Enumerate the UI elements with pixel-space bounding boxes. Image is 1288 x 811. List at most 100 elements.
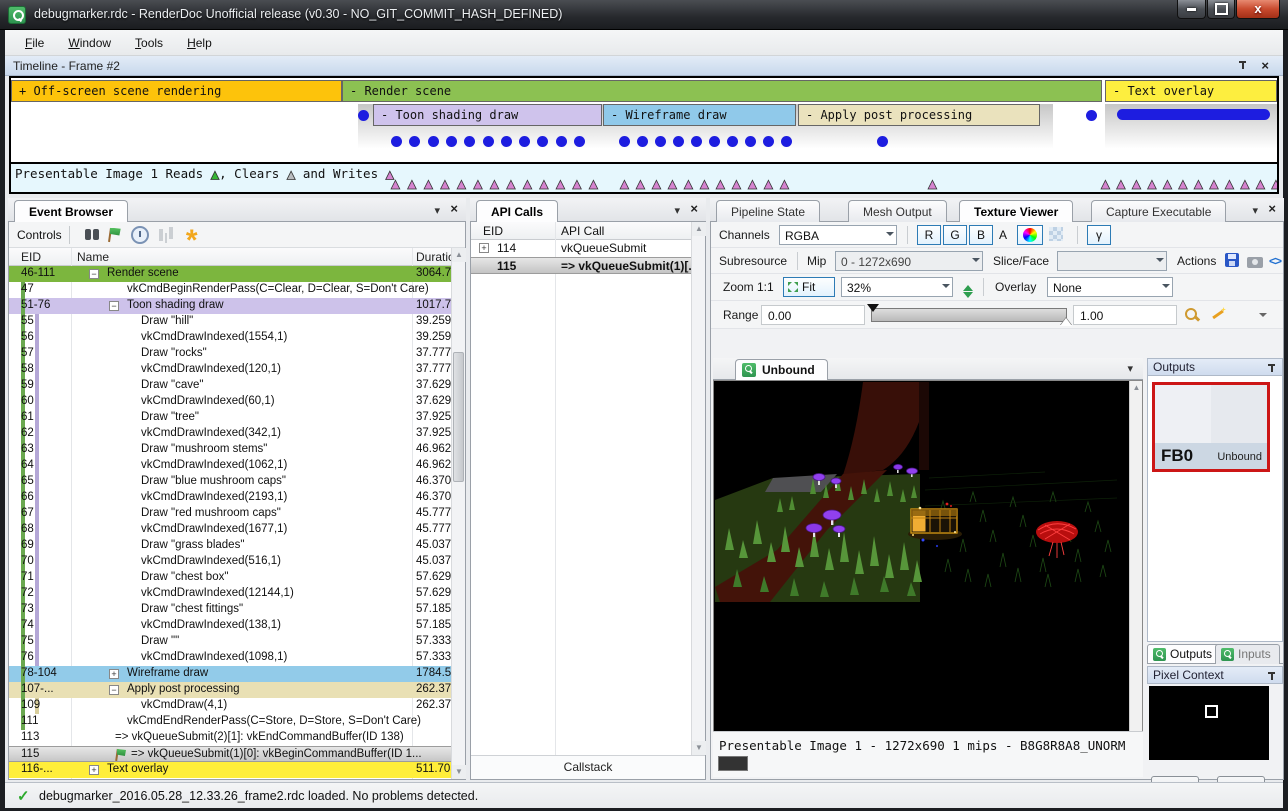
write-marker-triangle[interactable]: ▲ [1098, 178, 1113, 192]
scroll-up-icon[interactable]: ▲ [692, 222, 706, 236]
write-marker-triangle[interactable]: ▲ [586, 178, 601, 192]
write-marker-triangle[interactable]: ▲ [681, 178, 696, 192]
draw-events-capsule[interactable] [1117, 109, 1270, 120]
table-row[interactable]: 46-111−Render scene3064.7... [9, 266, 452, 282]
write-marker-triangle[interactable]: ▲ [454, 178, 469, 192]
table-row[interactable]: 63Draw "mushroom stems"46.96296 [9, 442, 452, 458]
chevron-down-icon[interactable]: ▾ [1252, 204, 1258, 217]
bookmark-icon[interactable] [181, 225, 203, 245]
timeline-marker[interactable]: + Off-screen scene rendering [11, 80, 342, 102]
timeline-marker[interactable]: - Apply post processing [798, 104, 1040, 126]
jump-to-event-icon[interactable] [103, 225, 125, 245]
expander-icon[interactable]: + [89, 765, 99, 775]
write-marker-triangle[interactable]: ▲ [777, 178, 792, 192]
api-calls-scrollbar[interactable]: ▲ ▼ [691, 222, 705, 755]
draw-event-dot[interactable] [691, 136, 702, 147]
table-row[interactable]: 107-...−Apply post processing262.37... [9, 682, 452, 698]
table-row[interactable]: 64vkCmdDrawIndexed(1062,1)46.96296 [9, 458, 452, 474]
timeline-close-icon[interactable]: × [1261, 58, 1269, 73]
range-slider[interactable] [871, 308, 1067, 322]
write-marker-triangle[interactable]: ▲ [520, 178, 535, 192]
tab-api-calls[interactable]: API Calls [476, 200, 558, 223]
api-call-row[interactable]: +114vkQueueSubmit [471, 240, 691, 257]
write-marker-triangle[interactable]: ▲ [665, 178, 680, 192]
write-marker-triangle[interactable]: ▲ [729, 178, 744, 192]
timeline-marker[interactable]: - Text overlay [1105, 80, 1277, 102]
pin-icon[interactable] [1238, 60, 1247, 70]
write-marker-triangle[interactable]: ▲ [1238, 178, 1253, 192]
alpha-channel-button[interactable]: A [999, 228, 1007, 242]
color-wheel-button[interactable] [1017, 225, 1043, 245]
draw-event-dot[interactable] [501, 136, 512, 147]
api-call-row[interactable]: 115=> vkQueueSubmit(1)[... [471, 257, 691, 274]
tab-pipeline-state[interactable]: Pipeline State [716, 200, 820, 222]
write-marker-triangle[interactable]: ▲ [388, 178, 403, 192]
write-marker-triangle[interactable]: ▲ [537, 178, 552, 192]
save-texture-button[interactable] [1225, 253, 1239, 267]
tab-inputs[interactable]: Inputs [1215, 644, 1280, 664]
table-row[interactable]: 113=> vkQueueSubmit(2)[1]: vkEndCommandB… [9, 730, 452, 746]
gamma-button[interactable]: γ [1087, 225, 1111, 245]
scroll-down-icon[interactable]: ▼ [692, 741, 706, 755]
table-row[interactable]: 65Draw "blue mushroom caps"46.37037 [9, 474, 452, 490]
write-marker-triangle[interactable]: ▲ [745, 178, 760, 192]
table-row[interactable]: 75Draw ""57.33333 [9, 634, 452, 650]
write-marker-triangle[interactable]: ▲ [553, 178, 568, 192]
expander-icon[interactable]: − [109, 685, 119, 695]
table-row[interactable]: 71Draw "chest box"57.62963 [9, 570, 452, 586]
tab-mesh-output[interactable]: Mesh Output [848, 200, 947, 222]
event-table-header[interactable]: EID Name Duratio... [9, 248, 452, 266]
table-row[interactable]: 78-104+Wireframe draw1784.5... [9, 666, 452, 682]
draw-event-dot[interactable] [655, 136, 666, 147]
fit-button[interactable]: Fit [783, 277, 835, 297]
chevron-down-icon[interactable]: ▾ [674, 204, 680, 217]
pixel-context-view[interactable] [1149, 686, 1269, 760]
write-marker-triangle[interactable]: ▲ [1145, 178, 1160, 192]
draw-event-dot[interactable] [709, 136, 720, 147]
texture-viewport[interactable]: ▲ ▼ ◀ ▶ [713, 380, 1143, 742]
checkerboard-button[interactable] [1049, 227, 1063, 241]
tab-texture-viewer[interactable]: Texture Viewer [959, 200, 1073, 223]
overlay-select[interactable]: None [1047, 277, 1173, 297]
find-event-icon[interactable] [77, 225, 99, 245]
draw-event-dot[interactable] [556, 136, 567, 147]
table-row[interactable]: 58vkCmdDrawIndexed(120,1)37.77778 [9, 362, 452, 378]
write-marker-triangle[interactable]: ▲ [471, 178, 486, 192]
tab-capture-executable[interactable]: Capture Executable [1091, 200, 1226, 222]
tab-event-browser[interactable]: Event Browser [14, 200, 128, 223]
table-row[interactable]: 70vkCmdDrawIndexed(516,1)45.03704 [9, 554, 452, 570]
table-row[interactable]: 111vkCmdEndRenderPass(C=Store, D=Store, … [9, 714, 452, 730]
table-row[interactable]: 115=> vkQueueSubmit(1)[0]: vkBeginComman… [9, 746, 452, 762]
write-marker-triangle[interactable]: ▲ [1207, 178, 1222, 192]
zoom-level-select[interactable]: 32% [841, 277, 953, 297]
menu-tools[interactable]: Tools [125, 33, 173, 53]
table-row[interactable]: 67Draw "red mushroom caps"45.77778 [9, 506, 452, 522]
write-marker-triangle[interactable]: ▲ [649, 178, 664, 192]
write-marker-triangle[interactable]: ▲ [633, 178, 648, 192]
draw-event-dot[interactable] [574, 136, 585, 147]
table-row[interactable]: 116-...+Text overlay511.7037 [9, 762, 452, 778]
scroll-up-icon[interactable]: ▲ [452, 248, 466, 262]
write-marker-triangle[interactable]: ▲ [1114, 178, 1129, 192]
write-marker-triangle[interactable]: ▲ [570, 178, 585, 192]
callstack-label[interactable]: Callstack [471, 755, 705, 779]
tab-unbound-texture[interactable]: Unbound [735, 359, 828, 380]
write-marker-triangle[interactable]: ▲ [1191, 178, 1206, 192]
scrollbar-thumb[interactable] [453, 352, 464, 482]
write-marker-triangle[interactable]: ▲ [1160, 178, 1175, 192]
table-row[interactable]: 62vkCmdDrawIndexed(342,1)37.92593 [9, 426, 452, 442]
table-row[interactable]: 55Draw "hill"39.25926 [9, 314, 452, 330]
zoom-1to1-button[interactable]: 1:1 [757, 280, 774, 294]
channels-select[interactable]: RGBA [779, 225, 897, 245]
timeline-marker[interactable]: - Wireframe draw [603, 104, 796, 126]
panel-close-icon[interactable]: × [1268, 201, 1276, 216]
red-channel-button[interactable]: R [917, 225, 941, 245]
menu-help[interactable]: Help [177, 33, 222, 53]
menu-file[interactable]: File [15, 33, 54, 53]
draw-event-dot[interactable] [745, 136, 756, 147]
table-row[interactable]: 68vkCmdDrawIndexed(1677,1)45.77778 [9, 522, 452, 538]
chevron-down-icon[interactable]: ▾ [434, 204, 440, 217]
chevron-down-icon[interactable]: ▾ [1127, 362, 1133, 375]
write-marker-triangle[interactable]: ▲ [405, 178, 420, 192]
draw-event-dot[interactable] [483, 136, 494, 147]
